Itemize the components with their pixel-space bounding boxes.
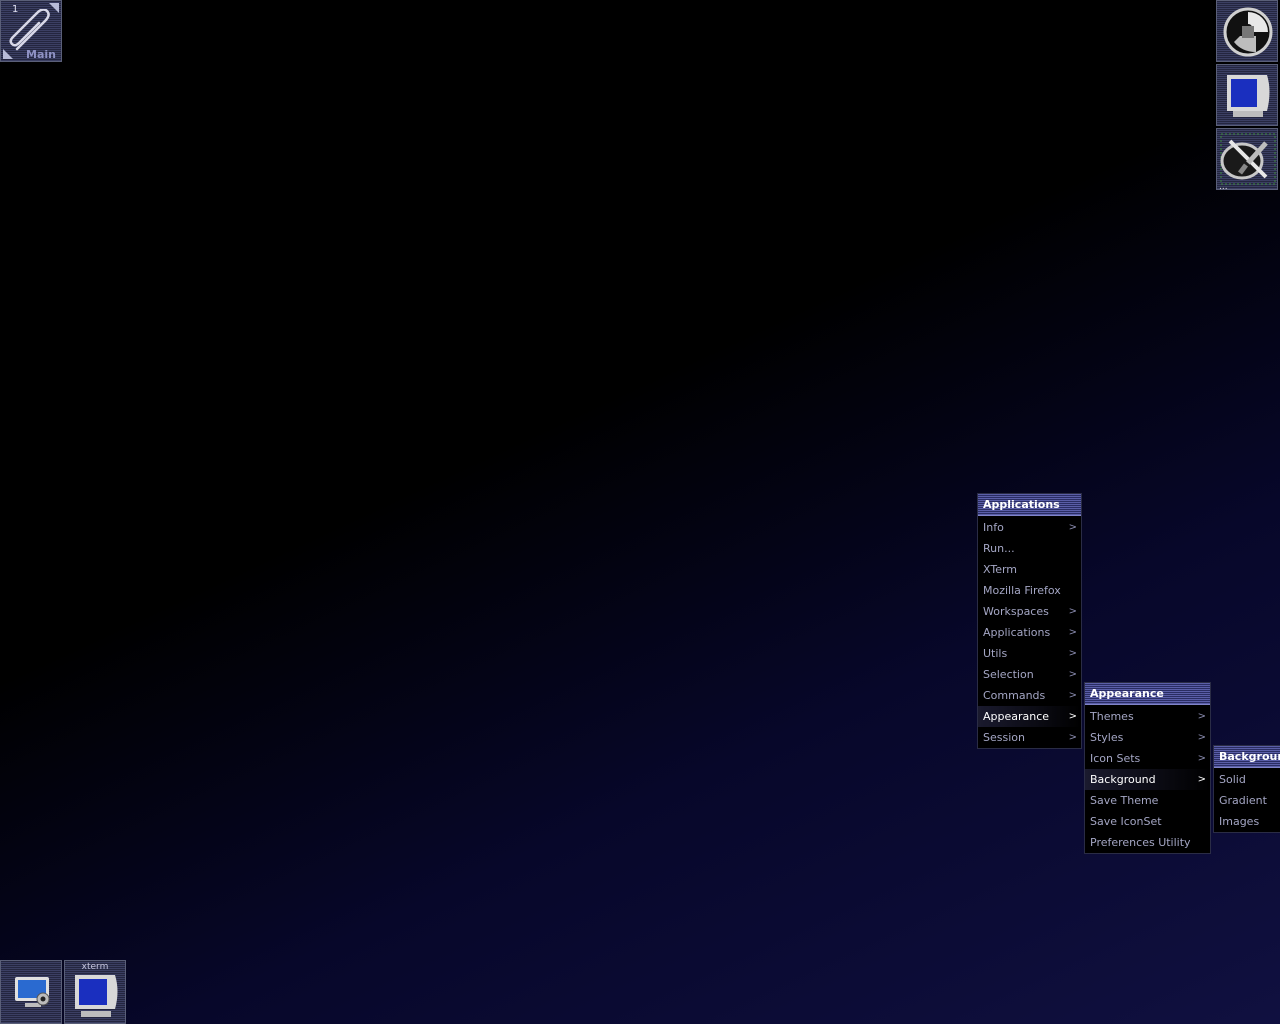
menu-item-label: Styles	[1090, 731, 1124, 744]
menu-item-label: Session	[983, 731, 1025, 744]
clip-workspace[interactable]: 1 Main	[0, 0, 62, 62]
submenu-arrow-icon: >	[1068, 648, 1077, 659]
background-menu-title[interactable]: Background	[1214, 746, 1280, 768]
menu-item-label: XTerm	[983, 563, 1018, 576]
submenu-arrow-icon: >	[1068, 690, 1077, 701]
menu-item-run[interactable]: Run...	[978, 538, 1081, 559]
menu-item-background[interactable]: Background >	[1085, 769, 1210, 790]
menu-item-label: Commands	[983, 689, 1046, 702]
xterm-label: xterm	[81, 962, 109, 972]
submenu-arrow-icon: >	[1197, 774, 1206, 785]
menu-item-label: Icon Sets	[1090, 752, 1141, 765]
dock-wmaker-logo[interactable]	[1216, 0, 1278, 62]
root-menu: Applications Info > Run... XTerm Mozilla …	[977, 493, 1082, 749]
appearance-menu: Appearance Themes > Styles > Icon Sets > Ba…	[1084, 682, 1211, 854]
menu-item-save-theme[interactable]: Save Theme	[1085, 790, 1210, 811]
submenu-arrow-icon: >	[1068, 732, 1077, 743]
appearance-menu-title[interactable]: Appearance	[1085, 683, 1210, 705]
menu-item-appearance[interactable]: Appearance >	[978, 706, 1081, 727]
menu-item-styles[interactable]: Styles >	[1085, 727, 1210, 748]
menu-item-selection[interactable]: Selection >	[978, 664, 1081, 685]
menu-item-label: Info	[983, 521, 1004, 534]
menu-item-info[interactable]: Info >	[978, 517, 1081, 538]
menu-item-label: Mozilla Firefox	[983, 584, 1061, 597]
screenshot-monitor-icon	[15, 977, 50, 1007]
xterm-monitor-icon	[75, 975, 118, 1017]
bottom-icon-xterm[interactable]: xterm	[64, 960, 126, 1024]
dock-ellipsis: ...	[1219, 182, 1228, 192]
submenu-arrow-icon: >	[1068, 669, 1077, 680]
menu-item-solid[interactable]: Solid	[1214, 769, 1280, 790]
menu-item-utils[interactable]: Utils >	[978, 643, 1081, 664]
background-menu: Background Solid Gradient Images	[1213, 745, 1280, 833]
root-menu-title[interactable]: Applications	[978, 494, 1081, 516]
menu-item-label: Background	[1090, 773, 1156, 786]
submenu-arrow-icon: >	[1068, 606, 1077, 617]
menu-item-label: Run...	[983, 542, 1015, 555]
wmaker-logo-icon	[1223, 7, 1273, 57]
menu-item-themes[interactable]: Themes >	[1085, 706, 1210, 727]
submenu-arrow-icon: >	[1197, 711, 1206, 722]
submenu-arrow-icon: >	[1068, 711, 1077, 722]
menu-item-preferences-utility[interactable]: Preferences Utility	[1085, 832, 1210, 853]
dock-monitor[interactable]	[1216, 64, 1278, 126]
menu-item-label: Applications	[983, 626, 1051, 639]
menu-item-label: Appearance	[983, 710, 1050, 723]
menu-item-firefox[interactable]: Mozilla Firefox	[978, 580, 1081, 601]
menu-item-label: Save Theme	[1090, 794, 1159, 807]
menu-item-label: Save IconSet	[1090, 815, 1162, 828]
menu-item-commands[interactable]: Commands >	[978, 685, 1081, 706]
submenu-arrow-icon: >	[1068, 522, 1077, 533]
menu-item-label: Gradient	[1219, 794, 1267, 807]
menu-item-images[interactable]: Images	[1214, 811, 1280, 832]
bottom-icon-screenshot[interactable]	[0, 960, 62, 1024]
submenu-arrow-icon: >	[1197, 732, 1206, 743]
menu-item-gradient[interactable]: Gradient	[1214, 790, 1280, 811]
menu-item-label: Preferences Utility	[1090, 836, 1191, 849]
workspace-name: Main	[26, 48, 56, 61]
menu-item-label: Workspaces	[983, 605, 1049, 618]
monitor-icon	[1227, 75, 1270, 117]
submenu-arrow-icon: >	[1197, 753, 1206, 764]
menu-item-icon-sets[interactable]: Icon Sets >	[1085, 748, 1210, 769]
menu-item-save-iconset[interactable]: Save IconSet	[1085, 811, 1210, 832]
submenu-arrow-icon: >	[1068, 627, 1077, 638]
menu-item-workspaces[interactable]: Workspaces >	[978, 601, 1081, 622]
menu-item-xterm[interactable]: XTerm	[978, 559, 1081, 580]
menu-item-applications[interactable]: Applications >	[978, 622, 1081, 643]
menu-item-label: Selection	[983, 668, 1034, 681]
preferences-tools-icon	[1220, 133, 1276, 185]
menu-item-label: Solid	[1219, 773, 1246, 786]
dock-preferences[interactable]: ...	[1216, 128, 1278, 192]
menu-item-label: Images	[1219, 815, 1260, 828]
menu-item-label: Utils	[983, 647, 1008, 660]
menu-item-label: Themes	[1090, 710, 1134, 723]
menu-item-session[interactable]: Session >	[978, 727, 1081, 748]
